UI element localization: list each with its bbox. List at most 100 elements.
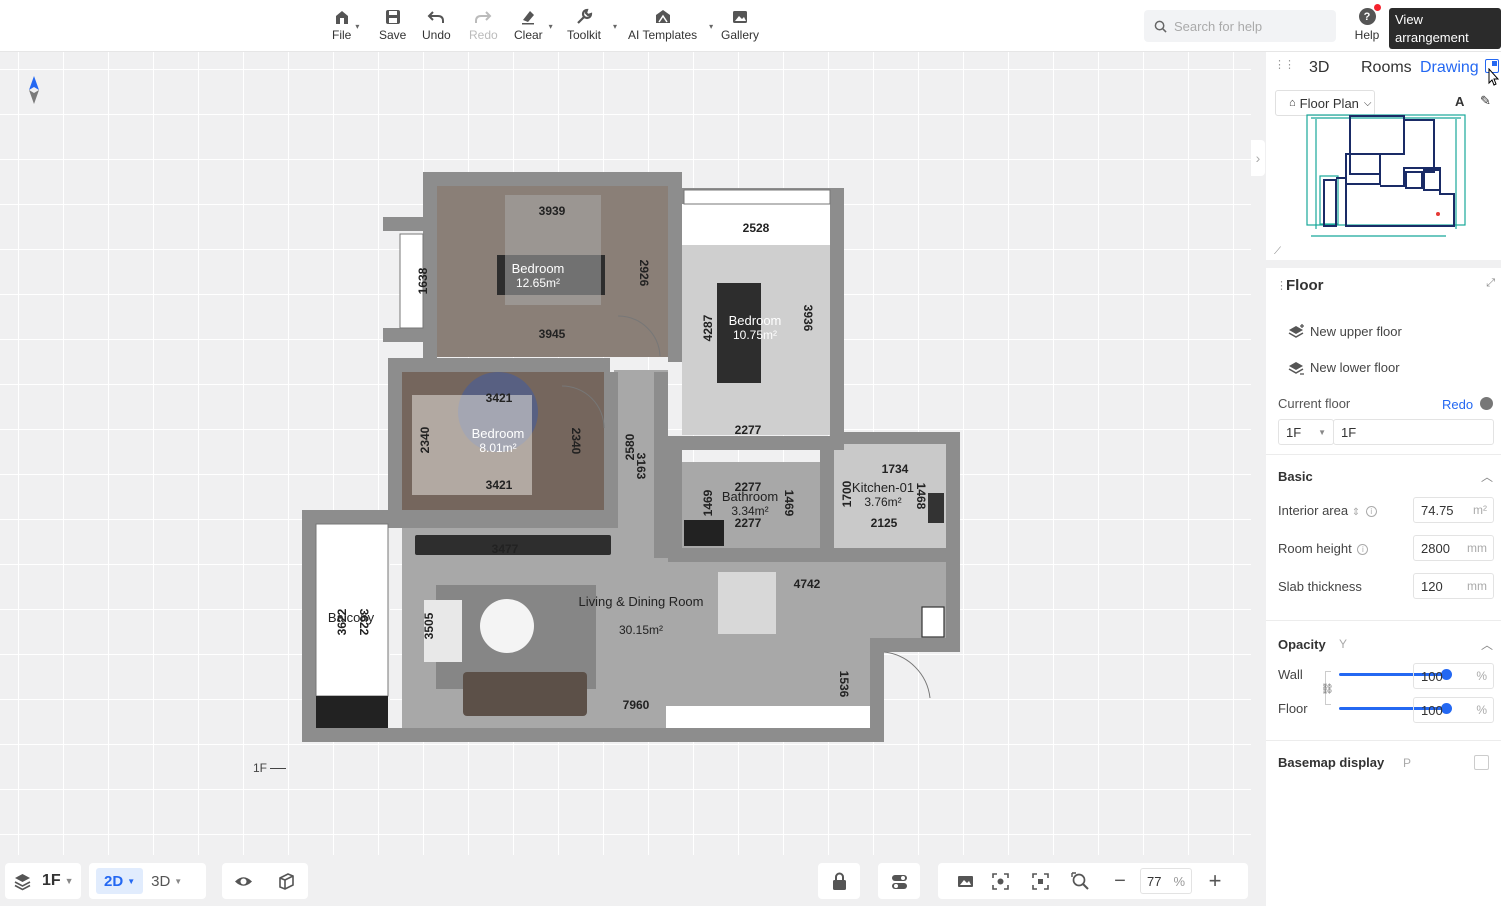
fit-screen-button[interactable] — [1020, 863, 1060, 899]
room-name: Bathroom — [722, 489, 778, 504]
dim-label: 2340 — [569, 428, 583, 455]
lock-icon — [832, 872, 846, 890]
toolkit-label: Toolkit — [567, 28, 602, 42]
zoom-search-icon — [1070, 871, 1089, 890]
floor-level-select[interactable]: 1F ▼ — [1278, 419, 1334, 445]
dim-label: 1734 — [882, 462, 909, 476]
floor-plan-select[interactable]: ⌂ Floor Plan ⌵ — [1275, 90, 1375, 116]
clear-button[interactable]: Clear ▾ — [514, 8, 553, 44]
clear-caret-icon: ▾ — [548, 22, 553, 31]
text-style-icon[interactable]: A — [1455, 94, 1464, 109]
help-icon: ? — [1358, 8, 1376, 25]
zoom-input[interactable]: 77 % — [1140, 868, 1192, 894]
drag-handle-icon[interactable]: ⋮⋮ — [1274, 58, 1295, 71]
search-input[interactable]: Search for help — [1144, 10, 1336, 42]
dim-label: 4742 — [794, 577, 821, 591]
basemap-checkbox[interactable] — [1474, 755, 1489, 770]
room-height-input[interactable]: 2800 mm — [1413, 535, 1494, 561]
expand-icon[interactable]: ⤢ — [1486, 277, 1495, 290]
zoom-search-button[interactable] — [1060, 863, 1100, 899]
dim-label: 3939 — [539, 204, 566, 218]
tab-rooms[interactable]: Rooms — [1361, 59, 1412, 77]
help-button[interactable]: ? Help — [1352, 4, 1382, 42]
new-lower-floor-label: New lower floor — [1310, 360, 1400, 375]
collapse-panel-button[interactable]: › — [1251, 140, 1265, 176]
tab-drawing[interactable]: Drawing — [1420, 59, 1479, 77]
dim-label: 2528 — [743, 221, 770, 235]
slab-thickness-input[interactable]: 120 mm — [1413, 573, 1494, 599]
save-icon — [385, 10, 400, 24]
dining-table — [718, 572, 776, 634]
interior-area-input[interactable]: 74.75 m² — [1413, 497, 1494, 523]
zoom-unit: % — [1173, 873, 1185, 889]
new-upper-floor-button[interactable]: New upper floor — [1288, 324, 1402, 339]
ai-templates-icon — [655, 10, 670, 23]
room-height-value: 2800 — [1421, 540, 1450, 556]
floor-plan-canvas[interactable]: 3939 3945 1638 2926 2528 4287 3936 2277 … — [0, 52, 1251, 855]
clear-label: Clear — [514, 28, 543, 42]
toolkit-button[interactable]: Toolkit ▾ — [567, 8, 617, 44]
dim-label: 1468 — [914, 483, 928, 510]
resize-handle-icon[interactable]: ⟋ — [1274, 246, 1281, 257]
room-height-unit: mm — [1467, 541, 1487, 555]
floor-switcher[interactable]: 1F ▼ — [5, 863, 81, 899]
view-3d-button[interactable]: 3D ▼ — [151, 863, 182, 899]
file-label: File — [332, 28, 352, 42]
link-icon[interactable]: ⛓ — [1321, 684, 1334, 695]
settings-toggle-button[interactable] — [890, 863, 909, 899]
chevron-down-icon: ▼ — [174, 876, 183, 886]
view-settings-button[interactable] — [980, 863, 1020, 899]
layers-icon — [14, 873, 31, 890]
zoom-in-button[interactable]: + — [1192, 863, 1238, 899]
cube-button[interactable] — [277, 863, 296, 899]
drag-handle-icon[interactable]: ⋮ — [1276, 279, 1287, 292]
chevron-down-icon: ▼ — [127, 876, 136, 886]
wall-opacity-input[interactable]: 100 % — [1413, 663, 1494, 689]
wall-opacity-label: Wall — [1278, 667, 1303, 682]
gallery-button[interactable]: Gallery — [721, 8, 759, 44]
floor-name-input[interactable]: 1F — [1333, 419, 1494, 445]
edit-icon[interactable]: ✎ — [1480, 93, 1491, 109]
redo-button[interactable]: Redo — [469, 8, 498, 44]
room-height-label-text: Room height — [1278, 541, 1352, 556]
interior-area-unit: m² — [1473, 503, 1487, 517]
lock-button[interactable] — [830, 863, 849, 899]
dim-label: 3945 — [539, 327, 566, 341]
floor-plan-thumbnail[interactable] — [1306, 114, 1466, 244]
tab-3d[interactable]: 3D — [1309, 59, 1329, 77]
save-button[interactable]: Save — [379, 8, 406, 44]
cube-icon — [279, 872, 294, 890]
zoom-value: 77 — [1147, 873, 1162, 889]
top-toolbar: File ▾ Save Undo Redo Clear ▾ Toolkit ▾ … — [0, 0, 1501, 52]
search-placeholder: Search for help — [1174, 18, 1263, 34]
floor-name-value: 1F — [1341, 424, 1357, 440]
interior-area-value: 74.75 — [1421, 502, 1454, 518]
undo-button[interactable]: Undo — [422, 8, 451, 44]
panel-title: Floor — [1286, 277, 1324, 294]
info-icon: i — [1357, 544, 1369, 556]
room-area: 12.65m² — [516, 276, 560, 290]
visibility-button[interactable] — [234, 863, 253, 899]
new-lower-floor-button[interactable]: New lower floor — [1288, 360, 1400, 375]
dim-label: 1469 — [701, 489, 715, 516]
zoom-out-button[interactable]: − — [1100, 863, 1140, 899]
bottom-toolbar: 1F ▼ 2D ▼ 3D ▼ − 77 % + — [0, 855, 1251, 906]
chevron-up-icon[interactable]: ︿ — [1481, 468, 1493, 485]
toggle-tool — [878, 863, 920, 899]
view-2d-button[interactable]: 2D ▼ — [96, 868, 144, 894]
floor-plan-drawing: 3939 3945 1638 2926 2528 4287 3936 2277 … — [302, 172, 960, 742]
clock-icon[interactable] — [1480, 397, 1493, 410]
image-button[interactable] — [950, 863, 980, 899]
ai-templates-button[interactable]: AI Templates ▾ — [628, 8, 713, 44]
ai-templates-label: AI Templates — [628, 28, 698, 42]
current-floor-label: Current floor — [1278, 396, 1351, 411]
file-button[interactable]: File ▾ — [332, 8, 359, 44]
floor-opacity-input[interactable]: 100 % — [1413, 697, 1494, 723]
room-area: 30.15m² — [619, 623, 663, 637]
redo-link[interactable]: Redo — [1442, 397, 1473, 412]
basemap-display-label: Basemap display — [1278, 755, 1385, 770]
drawing-card: ⋮⋮ 3D Rooms Drawing ⌂ Floor Plan ⌵ A ✎ ⟋ — [1266, 52, 1501, 260]
room-name: Kitchen-01 — [852, 480, 914, 495]
help-label: Help — [1354, 28, 1380, 42]
chevron-up-icon[interactable]: ︿ — [1481, 636, 1493, 653]
